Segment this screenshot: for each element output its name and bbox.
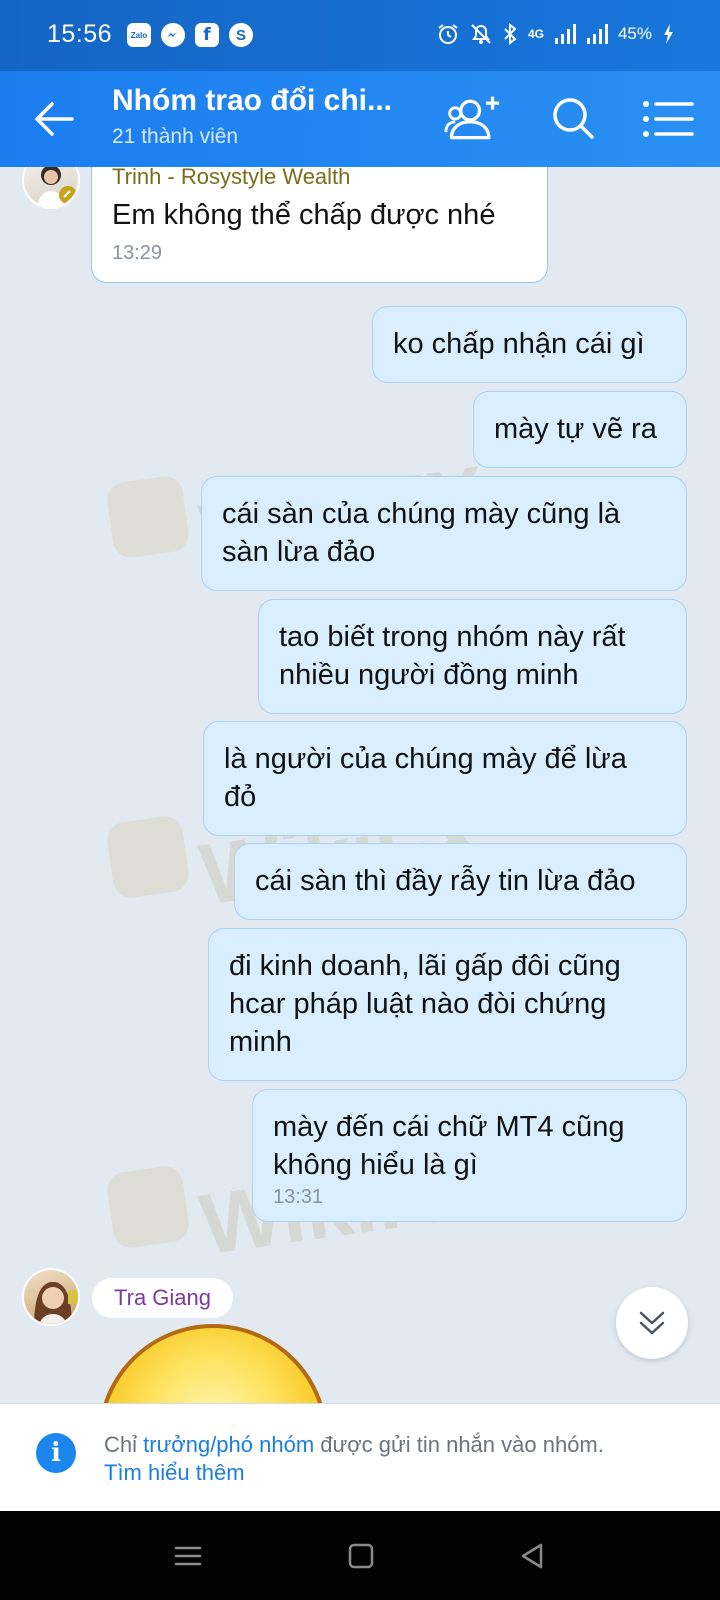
message-time: 13:31 (273, 1186, 324, 1208)
message-text: cái sàn thì đầy rẫy tin lừa đảo (255, 865, 636, 897)
message-text: cái sàn của chúng mày cũng là sàn lừa đả… (222, 498, 621, 568)
battery-percent: 45% (617, 24, 652, 43)
message-text: mày tự vẽ ra (494, 413, 657, 445)
message-text: là người của chúng mày để lừa đỏ (224, 743, 627, 813)
message-bubble-outgoing[interactable]: là người của chúng mày để lừa đỏ (203, 721, 687, 836)
home-icon[interactable] (345, 1541, 377, 1571)
signal-2-icon (586, 24, 608, 44)
notification-icons: Zalo f S (127, 23, 253, 47)
message-text: tao biết trong nhóm này rất nhiều người … (279, 621, 626, 691)
notice-suffix: được gửi tin nhắn vào nhóm. (314, 1432, 604, 1457)
message-text: Em không thể chấp được nhé (112, 199, 496, 231)
group-admins-link[interactable]: trưởng/phó nhóm (143, 1432, 314, 1457)
message-bubble-outgoing[interactable]: tao biết trong nhóm này rất nhiều người … (258, 599, 687, 714)
scroll-to-bottom-button[interactable] (616, 1287, 688, 1359)
facebook-icon: f (195, 23, 219, 47)
avatar-tra-giang[interactable] (22, 1268, 80, 1326)
message-bubble-incoming[interactable]: Trinh - Rosystyle Wealth Em không thể ch… (91, 167, 548, 283)
message-text: mày đến cái chữ MT4 cũng không hiểu là g… (273, 1111, 625, 1181)
mute-bell-icon (471, 24, 491, 44)
info-icon: i (36, 1433, 76, 1473)
message-bubble-outgoing[interactable]: cái sàn của chúng mày cũng là sàn lừa đả… (201, 476, 687, 591)
message-bubble-outgoing[interactable]: cái sàn thì đầy rẫy tin lừa đảo (234, 843, 687, 920)
chat-header: Nhóm trao đổi chi... 21 thành viên (0, 71, 720, 167)
notice-prefix: Chỉ (104, 1432, 144, 1457)
sticker-emoji[interactable] (98, 1324, 328, 1403)
avatar-trinh[interactable] (22, 167, 80, 209)
alarm-icon (438, 24, 458, 44)
message-bubble-outgoing[interactable]: đi kinh doanh, lãi gấp đôi cũng hcar phá… (208, 928, 687, 1081)
sender-name-pill[interactable]: Tra Giang (92, 1278, 234, 1318)
signal-icon (554, 24, 576, 44)
back-arrow-icon[interactable] (32, 99, 76, 139)
status-bar: 15:56 Zalo f S 4G 45% (0, 0, 720, 71)
double-chevron-down-icon (639, 1311, 665, 1335)
status-time: 15:56 (47, 20, 113, 48)
message-text: đi kinh doanh, lãi gấp đôi cũng hcar phá… (229, 950, 621, 1058)
zalo-icon: Zalo (127, 23, 151, 47)
bluetooth-icon (504, 22, 517, 46)
member-count[interactable]: 21 thành viên (112, 125, 238, 149)
network-type: 4G (527, 27, 544, 41)
learn-more-link[interactable]: Tìm hiểu thêm (104, 1460, 245, 1485)
add-member-icon[interactable] (444, 93, 500, 145)
sender-name[interactable]: Trinh - Rosystyle Wealth (112, 167, 527, 190)
message-time: 13:29 (112, 242, 163, 264)
back-nav-icon[interactable] (516, 1541, 548, 1571)
message-bubble-outgoing[interactable]: mày tự vẽ ra (473, 391, 687, 468)
message-text: ko chấp nhận cái gì (393, 328, 645, 360)
search-icon[interactable] (546, 93, 602, 145)
message-bubble-outgoing[interactable]: ko chấp nhận cái gì (372, 306, 687, 383)
menu-list-icon[interactable] (640, 93, 696, 145)
messenger-icon (161, 23, 185, 47)
skype-icon: S (229, 23, 253, 47)
charging-icon (664, 24, 673, 44)
system-nav-bar (0, 1511, 720, 1600)
send-restriction-notice: i Chỉ trưởng/phó nhóm được gửi tin nhắn … (0, 1403, 720, 1511)
recent-apps-icon[interactable] (172, 1541, 204, 1571)
group-title[interactable]: Nhóm trao đổi chi... (112, 84, 392, 118)
message-bubble-outgoing[interactable]: mày đến cái chữ MT4 cũng không hiểu là g… (252, 1089, 687, 1222)
notice-text: Chỉ trưởng/phó nhóm được gửi tin nhắn và… (104, 1431, 684, 1487)
message-list[interactable]: WikiFX WikiFX WikiFX WikiFX Trinh - Rosy… (0, 167, 720, 1403)
